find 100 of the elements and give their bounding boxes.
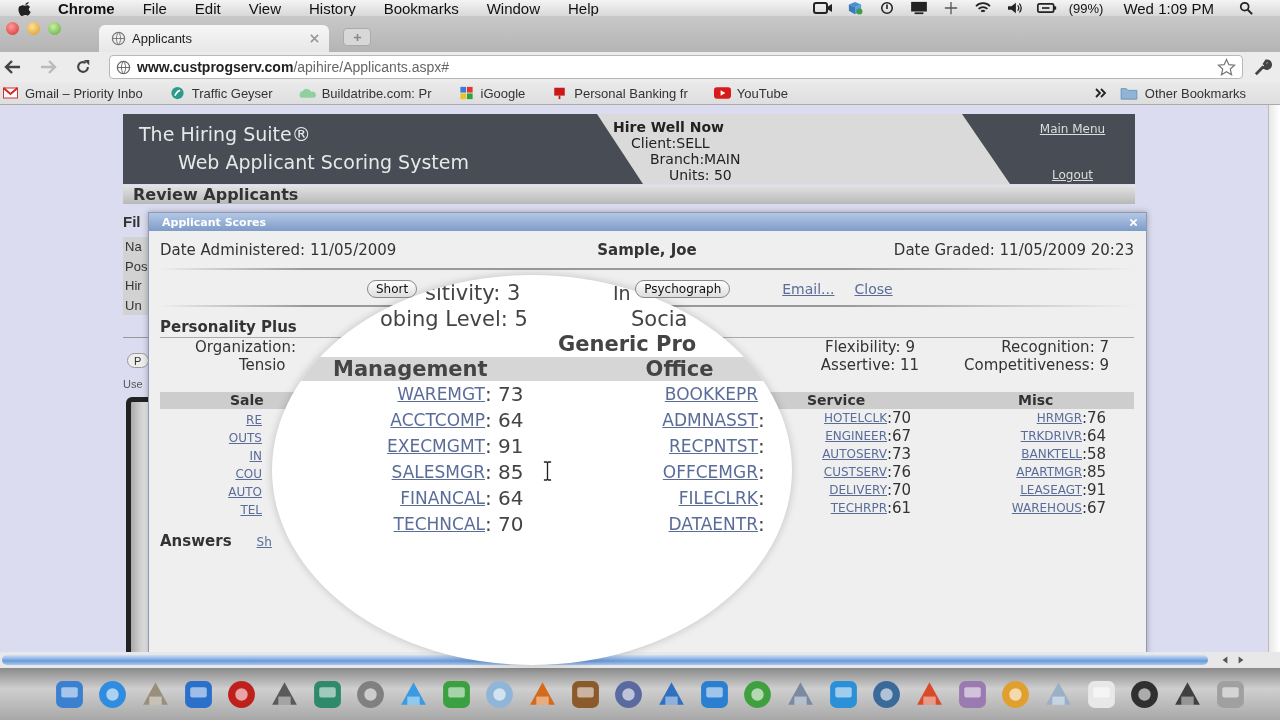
header-link[interactable]: Logout [1051,168,1094,182]
job-link[interactable]: ENGINEER [790,429,887,443]
job-link[interactable]: WAREHOUS [920,501,1082,515]
job-link[interactable]: HOTELCLK [790,411,887,425]
forward-icon[interactable] [39,59,57,75]
bookmark[interactable]: YouTube [713,85,788,101]
minimize-window-button[interactable] [27,22,40,35]
job-link[interactable]: EXECMGMT [272,433,485,459]
new-tab-button[interactable] [343,28,371,46]
job-link[interactable]: BOOKKEPR [541,381,758,407]
job-link[interactable]: FILECLRK [541,485,758,511]
close-window-button[interactable] [6,22,19,35]
battery-icon[interactable] [1036,1,1057,15]
dialog-link[interactable]: Email... [782,281,835,297]
text-cursor-icon [543,461,552,481]
job-link[interactable]: HRMGR [920,411,1082,425]
job-link[interactable]: AUTOSERV [790,447,887,461]
job-link[interactable]: COU [235,467,262,481]
field-label: Hir [125,277,143,295]
job-link[interactable]: RECPNTST [541,433,758,459]
globe-icon [111,31,126,46]
job-score: :91 [1082,481,1108,499]
vertical-scrollbar[interactable] [1268,105,1280,652]
colon-mark: : [758,459,766,485]
answers-link[interactable]: Sh [256,535,272,549]
pill-button[interactable]: Short [367,280,418,298]
trait-score: Tensio [238,356,287,374]
bookmark[interactable]: Personal Banking fr [551,85,688,101]
job-score: :67 [887,427,913,445]
zoom-window-button[interactable] [48,22,61,35]
pill-button[interactable]: P [127,353,149,368]
menu-item[interactable]: View [248,0,281,17]
job-link[interactable]: WAREMGT [272,381,485,407]
close-icon[interactable] [310,34,319,43]
dialog-title: Applicant Scores [162,215,268,229]
job-link[interactable]: TEL [240,503,262,517]
colon-mark: : [758,511,766,537]
job-link[interactable]: BANKTELL [920,447,1082,461]
job-link[interactable]: LEASEAGT [920,483,1082,497]
job-link[interactable]: CUSTSERV [790,465,887,479]
column-heading: Sale [229,392,265,409]
job-link[interactable]: TECHNCAL [272,511,485,537]
bookmark-folder[interactable]: Other Bookmarks [1118,85,1246,101]
job-link[interactable]: RE [246,413,262,427]
menu-item[interactable]: History [308,0,356,17]
job-score: : 64 [485,407,525,433]
job-score: :61 [887,499,913,517]
note-text: Use [123,378,144,390]
battery-percentage: (99%) [1068,0,1104,16]
star-icon[interactable] [1217,57,1236,77]
job-link[interactable]: OFFCEMGR [541,459,758,485]
date-graded: Date Graded: 11/05/2009 20:23 [892,241,1134,259]
url-text: www.custprogserv.com/apihire/Applicants.aspx# [137,59,451,75]
apple-icon[interactable] [18,0,32,16]
video-camera-icon[interactable] [812,1,833,15]
tagline: Hire Well Now [612,119,725,135]
job-score: : 70 [485,511,525,537]
menu-item[interactable]: File [142,0,167,17]
job-link[interactable]: FINANCAL [272,485,485,511]
job-link[interactable]: DATAENTR [541,511,758,537]
job-link[interactable]: APARTMGR [920,465,1082,479]
applicant-name: Sample, Joe [597,241,697,259]
reload-icon[interactable] [74,59,92,75]
job-link[interactable]: OUTS [228,431,262,445]
section-heading: Fil [123,212,142,232]
horizontal-scrollbar[interactable] [2,655,1208,665]
display-icon[interactable] [908,1,929,15]
menu-item[interactable]: Window [486,0,541,17]
header-link[interactable]: Main Menu [1039,122,1106,136]
app-menu[interactable]: Chrome [58,0,115,17]
menu-item[interactable]: Edit [194,0,221,17]
job-link[interactable]: ACCTCOMP [272,407,485,433]
address-bar[interactable]: www.custprogserv.com/apihire/Applicants.aspx# [109,55,1243,79]
job-link[interactable]: IN [249,449,262,463]
menu-item[interactable]: Bookmarks [383,0,459,17]
chevron-icon[interactable] [1094,88,1107,98]
job-link[interactable]: AUTO [228,485,262,499]
job-link[interactable]: ADMNASST [541,407,758,433]
bookmark[interactable]: Buildatribe.com: Pr [298,85,432,101]
job-link[interactable]: DELIVERY [790,483,887,497]
browser-tab[interactable]: Applicants [99,25,329,52]
pill-button[interactable]: Psychograph [635,280,731,298]
back-icon[interactable] [4,59,22,75]
job-link[interactable]: TRKDRIVR [920,429,1082,443]
job-score: :70 [887,409,913,427]
bookmark[interactable]: iGoogle [457,85,526,101]
dialog-link[interactable]: Close [854,281,893,297]
grid-icon [457,86,475,100]
date-administered: Date Administered: 11/05/2009 [160,241,398,259]
clock[interactable]: Wed 1:09 PM [1123,0,1214,17]
site-subtitle: Web Applicant Scoring System [177,150,470,173]
bookmark[interactable]: Traffic Geyser [168,85,273,101]
column-heading: Misc [1017,392,1055,409]
job-link[interactable]: SALESMGR [272,459,485,485]
job-link[interactable]: TECHRPR [790,501,887,515]
trait-score: Assertive: 11 [819,356,921,374]
bookmark[interactable]: Gmail – Priority Inbo [2,85,143,101]
menu-item[interactable]: Help [568,0,599,17]
section-heading: Answers [160,532,232,550]
field-label: Un [125,296,143,315]
